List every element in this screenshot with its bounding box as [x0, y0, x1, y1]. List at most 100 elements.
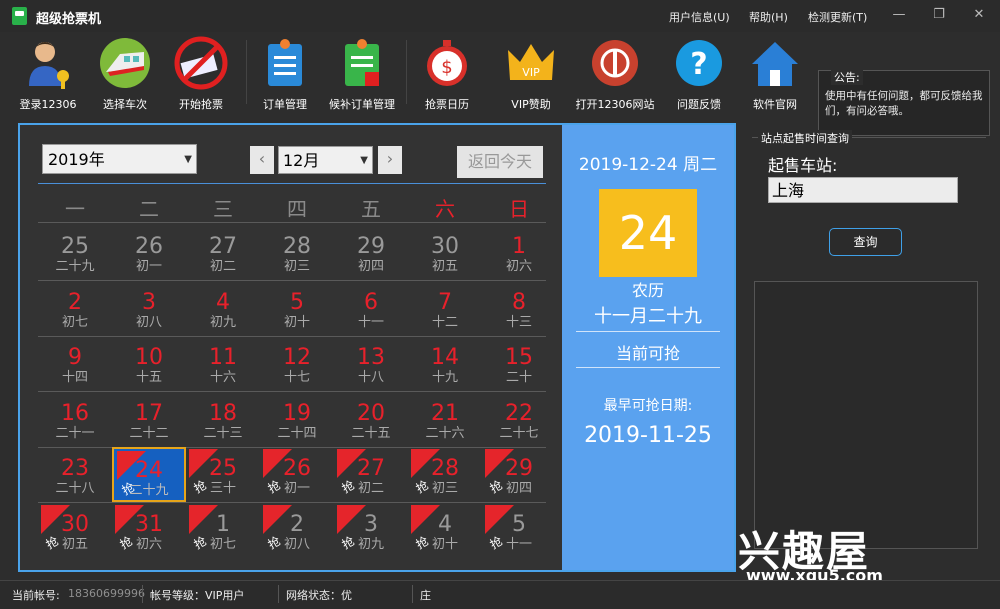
- calendar-day-cell[interactable]: 16 二十一: [38, 392, 112, 447]
- calendar-day-cell[interactable]: 10 十五: [112, 336, 186, 391]
- calendar-day-cell[interactable]: 11 十六: [186, 336, 260, 391]
- grab-calendar-label: 抢票日历: [425, 98, 469, 111]
- calendar-day-cell[interactable]: 28 初三: [260, 225, 334, 280]
- select-train-button[interactable]: 选择车次: [94, 36, 156, 111]
- calendar-day-cell[interactable]: 20 二十五: [334, 392, 408, 447]
- calendar-day-cell[interactable]: 30 初五: [408, 225, 482, 280]
- calendar-day-cell[interactable]: 1 初六: [482, 225, 556, 280]
- vip-sponsor-button[interactable]: VIP VIP赞助: [502, 36, 560, 111]
- calendar-day-cell[interactable]: 3 初八: [112, 281, 186, 336]
- calendar-day-cell[interactable]: 25 二十九: [38, 225, 112, 280]
- query-button[interactable]: 查询: [829, 228, 902, 256]
- open-12306-button[interactable]: 打开12306网站: [575, 36, 655, 111]
- calendar-day-cell[interactable]: 2 初七: [38, 281, 112, 336]
- month-select[interactable]: 12月 ▼: [278, 146, 373, 174]
- official-site-button[interactable]: 软件官网: [746, 36, 804, 111]
- selected-day-number: 24: [599, 189, 697, 277]
- calendar-day-cell[interactable]: 抢 30 初五: [38, 503, 112, 558]
- grab-tag-badge: 抢: [41, 504, 70, 551]
- prev-month-button[interactable]: ‹: [250, 146, 274, 174]
- lunar-day: 初四: [357, 259, 384, 274]
- calendar-day-cell[interactable]: 4 初九: [186, 281, 260, 336]
- back-to-today-button[interactable]: 返回今天: [457, 146, 543, 178]
- calendar-day-cell[interactable]: 6 十一: [334, 281, 408, 336]
- calendar-day-cell[interactable]: 抢 4 初十: [408, 503, 482, 558]
- login-button[interactable]: 登录12306: [12, 36, 84, 111]
- date-detail-panel: 2019-12-24 周二 24 农历 十一月二十九 当前可抢 最早可抢日期: …: [562, 125, 734, 570]
- status-extra: 庄: [420, 589, 431, 602]
- grab-tag-badge: 抢: [115, 504, 144, 551]
- calendar-day-cell[interactable]: 26 初一: [112, 225, 186, 280]
- grab-calendar-button[interactable]: $ 抢票日历: [418, 36, 476, 111]
- feedback-label: 问题反馈: [677, 98, 721, 111]
- calendar-day-cell[interactable]: 17 二十二: [112, 392, 186, 447]
- calendar-day-cell[interactable]: 抢 5 十一: [482, 503, 556, 558]
- day-number: 12: [283, 345, 311, 370]
- menu-help[interactable]: 帮助(H): [749, 9, 788, 25]
- calendar-day-cell[interactable]: 7 十二: [408, 281, 482, 336]
- calendar-day-cell[interactable]: 5 初十: [260, 281, 334, 336]
- ticket-icon: [174, 36, 228, 90]
- day-number: 5: [290, 289, 304, 315]
- calendar-day-cell[interactable]: 抢 29 初四: [482, 447, 556, 502]
- lunar-day: 二十七: [499, 425, 539, 441]
- start-grab-label: 开始抢票: [179, 98, 223, 111]
- calendar-day-cell[interactable]: 9 十四: [38, 336, 112, 391]
- calendar-day-cell[interactable]: 14 十九: [408, 336, 482, 391]
- calendar-day-cell[interactable]: 22 二十七: [482, 392, 556, 447]
- lunar-day: 十二: [431, 314, 458, 330]
- calendar-day-cell[interactable]: 抢 27 初二: [334, 447, 408, 502]
- calendar-day-cell[interactable]: 抢 25 三十: [186, 447, 260, 502]
- start-grab-button[interactable]: 开始抢票: [172, 36, 230, 111]
- vip-crown-icon: VIP: [508, 44, 554, 80]
- feedback-button[interactable]: ? 问题反馈: [670, 36, 728, 111]
- order-manage-button[interactable]: 订单管理: [256, 36, 314, 111]
- calendar-day-cell[interactable]: 19 二十四: [260, 392, 334, 447]
- day-number: 22: [505, 400, 533, 426]
- calendar-day-cell[interactable]: 抢 3 初九: [334, 503, 408, 558]
- calendar-day-cell[interactable]: 29 初四: [334, 225, 408, 280]
- calendar-day-cell[interactable]: 13 十八: [334, 336, 408, 391]
- menu-user-info[interactable]: 用户信息(U): [669, 9, 730, 25]
- year-select[interactable]: 2019年 ▼: [42, 144, 197, 174]
- notice-title: 公告:: [831, 69, 863, 85]
- next-month-button[interactable]: ›: [378, 146, 402, 174]
- calendar-day-cell[interactable]: 抢 24 二十九: [112, 447, 186, 502]
- calendar-day-cell[interactable]: 21 二十六: [408, 392, 482, 447]
- calendar-day-cell[interactable]: 23 二十八: [38, 447, 112, 502]
- calendar-day-cell[interactable]: 抢 28 初三: [408, 447, 482, 502]
- calendar-day-cell[interactable]: 抢 2 初八: [260, 503, 334, 558]
- calendar-day-cell[interactable]: 12 十七: [260, 336, 334, 391]
- calendar-day-cell[interactable]: 18 二十三: [186, 392, 260, 447]
- grab-tag-badge: 抢: [189, 449, 218, 496]
- calendar-day-cell[interactable]: 8 十三: [482, 281, 556, 336]
- title-bar: 超级抢票机 用户信息(U) 帮助(H) 检测更新(T) — ❐ ✕: [0, 0, 1000, 32]
- minimize-icon[interactable]: —: [886, 5, 912, 25]
- grab-tag-badge: 抢: [337, 504, 366, 551]
- svg-text:$: $: [441, 57, 452, 78]
- detail-divider: [576, 331, 720, 332]
- calendar-day-cell[interactable]: 15 二十: [482, 336, 556, 391]
- menu-check-update[interactable]: 检测更新(T): [808, 9, 867, 25]
- lunar-day: 初三: [283, 259, 310, 274]
- day-number: 9: [68, 345, 82, 370]
- order-icon: [268, 39, 302, 86]
- lunar-day: 十九: [431, 370, 458, 385]
- restore-icon[interactable]: ❐: [926, 5, 952, 25]
- day-number: 26: [135, 234, 163, 259]
- query-result-box: [754, 281, 978, 549]
- year-value: 2019年: [48, 150, 105, 169]
- station-input[interactable]: 上海: [768, 177, 958, 203]
- calendar-panel: 2019年 ▼ ‹ 12月 ▼ › 返回今天 一二三四五六日 25 二十九 26 初一 27 初…: [18, 123, 736, 572]
- grab-tag-badge: 抢: [189, 504, 218, 551]
- calendar-day-cell[interactable]: 抢 31 初六: [112, 503, 186, 558]
- waitlist-manage-button[interactable]: 候补订单管理: [326, 36, 398, 111]
- home-icon: [752, 42, 798, 86]
- lunar-day: 初十: [283, 314, 310, 330]
- calendar-day-cell[interactable]: 27 初二: [186, 225, 260, 280]
- close-icon[interactable]: ✕: [966, 5, 992, 25]
- calendar-day-cell[interactable]: 抢 1 初七: [186, 503, 260, 558]
- earliest-date: 2019-11-25: [584, 423, 712, 448]
- day-number: 20: [357, 400, 385, 426]
- calendar-day-cell[interactable]: 抢 26 初一: [260, 447, 334, 502]
